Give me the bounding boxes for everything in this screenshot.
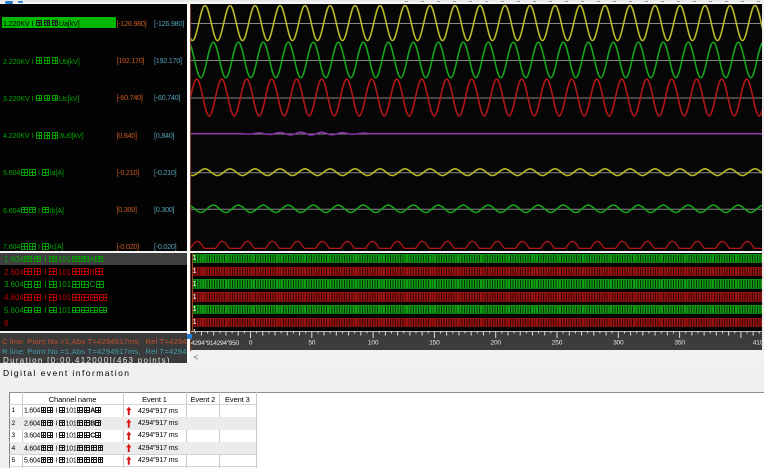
svg-text:300: 300: [613, 340, 624, 347]
svg-text:150: 150: [429, 340, 440, 347]
svg-text:50: 50: [308, 340, 315, 347]
svg-text:350: 350: [674, 340, 685, 347]
svg-text:200: 200: [490, 340, 501, 347]
svg-text:4294″914294″950: 4294″914294″950: [191, 340, 239, 347]
svg-text:100: 100: [368, 340, 379, 347]
svg-text:0: 0: [249, 340, 253, 347]
svg-text:410: 410: [753, 340, 762, 347]
svg-text:250: 250: [552, 340, 563, 347]
